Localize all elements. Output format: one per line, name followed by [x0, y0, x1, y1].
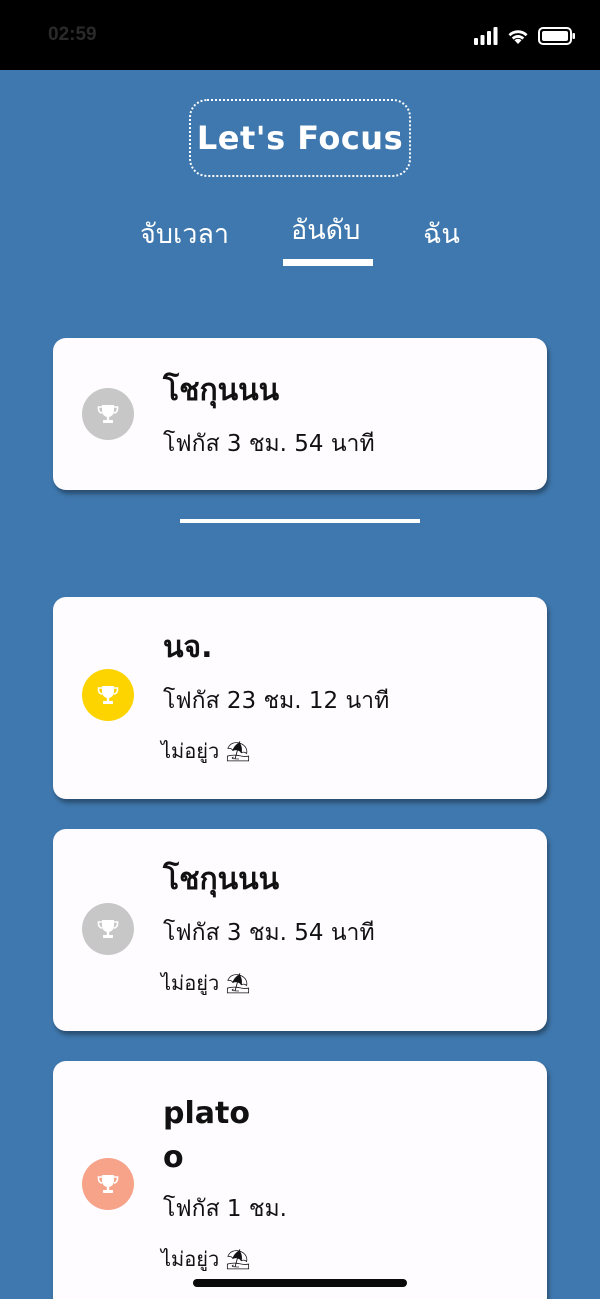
user-name: โชกุนนน: [163, 862, 280, 897]
focus-time: โฟกัส 1 ชม.: [163, 1196, 287, 1222]
umbrella-icon: ⛱: [225, 971, 251, 995]
section-divider: [180, 519, 420, 523]
umbrella-icon: ⛱: [225, 739, 251, 763]
trophy-icon: [97, 1175, 119, 1193]
trophy-icon: [97, 686, 119, 704]
status-bar: 02:59: [0, 0, 600, 70]
status-line: ไม่อยู่ว ⛱: [161, 1243, 251, 1275]
tab-me[interactable]: ฉัน: [423, 212, 460, 255]
status-line: ไม่อยู่ว ⛱: [161, 735, 251, 767]
user-name-line-2: o: [163, 1140, 184, 1175]
cellular-signal-icon: [474, 27, 498, 45]
focus-time: โฟกัส 3 ชม. 54 นาที: [163, 431, 375, 457]
umbrella-icon: ⛱: [225, 1247, 251, 1271]
status-time: 02:59: [48, 24, 97, 45]
app-title: Let's Focus: [196, 119, 404, 157]
leaderboard-card[interactable]: plato o โฟกัส 1 ชม. ไม่อยู่ว ⛱: [53, 1061, 547, 1299]
user-name-line-1: plato: [163, 1096, 250, 1131]
tab-ranking[interactable]: อันดับ: [291, 208, 360, 251]
status-text: ไม่อยู่ว: [161, 971, 220, 995]
status-text: ไม่อยู่ว: [161, 739, 220, 763]
wifi-icon: [508, 29, 528, 44]
trophy-icon: [97, 920, 119, 938]
user-name: นจ.: [163, 630, 213, 665]
tab-active-indicator: [283, 259, 373, 266]
trophy-badge: [82, 903, 134, 955]
trophy-badge: [82, 1158, 134, 1210]
status-text: ไม่อยู่ว: [161, 1247, 220, 1271]
focus-time: โฟกัส 23 ชม. 12 นาที: [163, 688, 390, 714]
battery-icon: [538, 27, 575, 45]
status-line: ไม่อยู่ว ⛱: [161, 967, 251, 999]
trophy-badge: [82, 669, 134, 721]
tab-timer[interactable]: จับเวลา: [140, 212, 229, 255]
trophy-badge: [82, 388, 134, 440]
my-rank-card[interactable]: โชกุนนน โฟกัส 3 ชม. 54 นาที: [53, 338, 547, 490]
home-indicator[interactable]: [193, 1279, 407, 1287]
leaderboard-card[interactable]: นจ. โฟกัส 23 ชม. 12 นาที ไม่อยู่ว ⛱: [53, 597, 547, 799]
user-name: โชกุนนน: [163, 373, 280, 408]
trophy-icon: [97, 405, 119, 423]
focus-time: โฟกัส 3 ชม. 54 นาที: [163, 920, 375, 946]
app-title-frame: Let's Focus: [189, 99, 411, 177]
status-icons: [474, 26, 576, 46]
leaderboard-card[interactable]: โชกุนนน โฟกัส 3 ชม. 54 นาที ไม่อยู่ว ⛱: [53, 829, 547, 1031]
